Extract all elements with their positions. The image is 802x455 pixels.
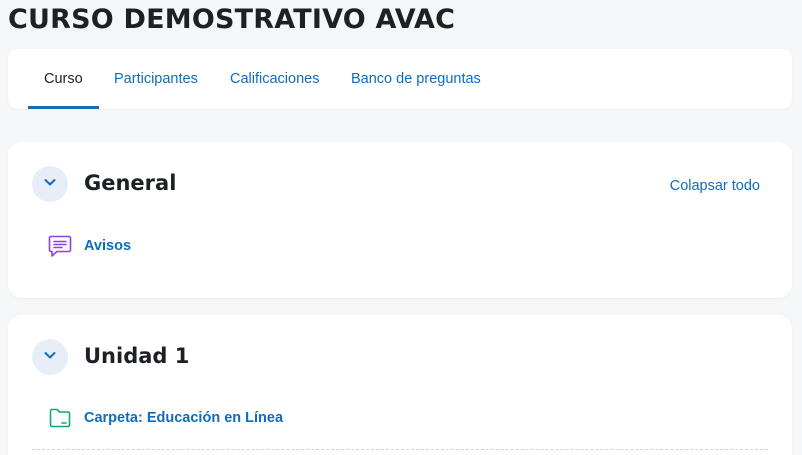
activity-link[interactable]: Avisos — [84, 238, 131, 254]
course-page: CURSO DEMOSTRATIVO AVAC Curso Participan… — [0, 0, 802, 455]
course-title: CURSO DEMOSTRATIVO AVAC — [8, 4, 456, 35]
section-general: General Colapsar todo Avisos — [8, 142, 792, 298]
tab-banco-de-preguntas[interactable]: Banco de preguntas — [351, 49, 481, 109]
activity-link[interactable]: Carpeta: Educación en Línea — [84, 410, 283, 426]
section-title: Unidad 1 — [84, 344, 190, 368]
chevron-down-icon — [43, 348, 57, 367]
activity-avisos[interactable]: Avisos — [46, 232, 131, 260]
tab-curso[interactable]: Curso — [28, 49, 99, 109]
section-unidad-1: Unidad 1 Carpeta: Educación en Línea — [8, 315, 792, 455]
folder-icon — [46, 404, 74, 432]
collapse-all-link[interactable]: Colapsar todo — [670, 178, 760, 194]
tab-participantes[interactable]: Participantes — [114, 49, 198, 109]
section-general-collapse-button[interactable] — [32, 166, 68, 202]
forum-icon — [46, 232, 74, 260]
activity-carpeta[interactable]: Carpeta: Educación en Línea — [46, 404, 283, 432]
section-unidad-1-collapse-button[interactable] — [32, 339, 68, 375]
course-tabs: Curso Participantes Calificaciones Banco… — [8, 49, 792, 109]
tab-calificaciones[interactable]: Calificaciones — [230, 49, 319, 109]
activity-divider — [32, 449, 768, 450]
section-title: General — [84, 171, 177, 195]
chevron-down-icon — [43, 175, 57, 194]
